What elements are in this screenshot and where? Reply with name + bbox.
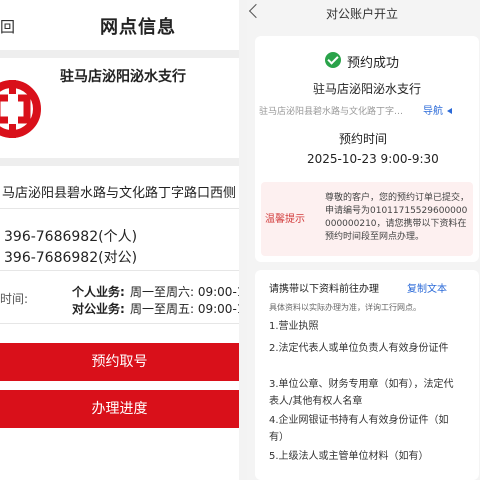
- requirement-item: 4.企业网银证书持有人有效身份证件（如有）: [269, 415, 449, 443]
- navigation-label: 导航: [423, 106, 443, 117]
- phone-corporate[interactable]: 396-7686982(对公): [4, 247, 137, 267]
- copy-text-button[interactable]: 复制文本: [407, 280, 447, 295]
- branch-name: 驻马店泌阳泌水支行: [60, 69, 186, 85]
- personal-business-label: 个人业务:: [72, 285, 125, 299]
- divider: [0, 50, 239, 58]
- requirement-item: 2.法定代表人或单位负责人有效身份证件: [269, 343, 449, 354]
- appointment-card: 预约成功 驻马店泌阳泌水支行 驻马店泌阳县碧水路与文化路丁字路... 导航 预约…: [255, 36, 479, 262]
- appt-branch-name: 驻马店泌阳泌水支行: [313, 82, 422, 96]
- check-circle-icon: [325, 52, 341, 68]
- navigation-arrow-icon: [447, 108, 452, 114]
- requirement-item: 1.营业执照: [269, 321, 319, 332]
- divider: [0, 208, 239, 209]
- divider: [0, 323, 239, 324]
- panel-divider: [239, 0, 247, 480]
- appointment-result-panel: 对公账户开立 预约成功 驻马店泌阳泌水支行 驻马店泌阳县碧水路与文化路丁字路..…: [247, 0, 480, 480]
- notice-text: 尊敬的客户，您的预约订单已提交，申请编号为0101171552960000000…: [325, 193, 470, 242]
- corporate-business-hours: 周一至周五: 09:00-17: [130, 302, 239, 316]
- corporate-business-label: 对公业务:: [72, 302, 125, 316]
- personal-business-hours: 周一至周六: 09:00-17: [130, 285, 239, 299]
- materials-note: 具体资料以实际办理为准，详询工行网点。: [269, 303, 421, 312]
- right-page-title: 对公账户开立: [326, 7, 399, 21]
- materials-title: 请携带以下资料前往办理: [269, 284, 379, 295]
- materials-card: 请携带以下资料前往办理 复制文本 具体资料以实际办理为准，详询工行网点。 1.营…: [255, 270, 479, 480]
- appointment-time-label: 预约时间: [339, 132, 388, 146]
- branch-info-panel: 回 网点信息 驻马店泌阳泌水支行 马店泌阳县碧水路与文化路丁字路口西侧 396-…: [0, 0, 239, 480]
- left-header: 回 网点信息: [0, 0, 239, 50]
- navigation-link[interactable]: 导航: [423, 102, 452, 117]
- phone-personal[interactable]: 396-7686982(个人): [4, 226, 137, 246]
- divider: [0, 270, 239, 271]
- notice-box: 温馨提示 尊敬的客户，您的预约订单已提交，申请编号为01011715529600…: [261, 182, 473, 256]
- branch-address: 马店泌阳县碧水路与文化路丁字路口西侧: [2, 186, 237, 201]
- notice-label: 温馨提示: [265, 214, 305, 225]
- hours-label: 时间:: [0, 292, 29, 306]
- divider: [0, 158, 239, 166]
- requirement-item: 3.单位公章、财务专用章（如有），法定代表人/其他有权人名章: [269, 379, 454, 407]
- appointment-button[interactable]: 预约取号: [0, 343, 239, 381]
- requirement-item: 5.上级法人或主管单位材料（如有）: [269, 451, 429, 462]
- appt-branch-address: 驻马店泌阳县碧水路与文化路丁字路...: [259, 107, 409, 117]
- right-header: 对公账户开立: [247, 0, 480, 28]
- progress-button[interactable]: 办理进度: [0, 390, 239, 428]
- back-arrow-icon[interactable]: [248, 3, 264, 19]
- page-title: 网点信息: [100, 17, 176, 38]
- icbc-logo-icon: [0, 68, 50, 150]
- appointment-time-value: 2025-10-23 9:00-9:30: [307, 152, 439, 166]
- success-text: 预约成功: [347, 56, 400, 71]
- back-button[interactable]: 回: [0, 16, 15, 37]
